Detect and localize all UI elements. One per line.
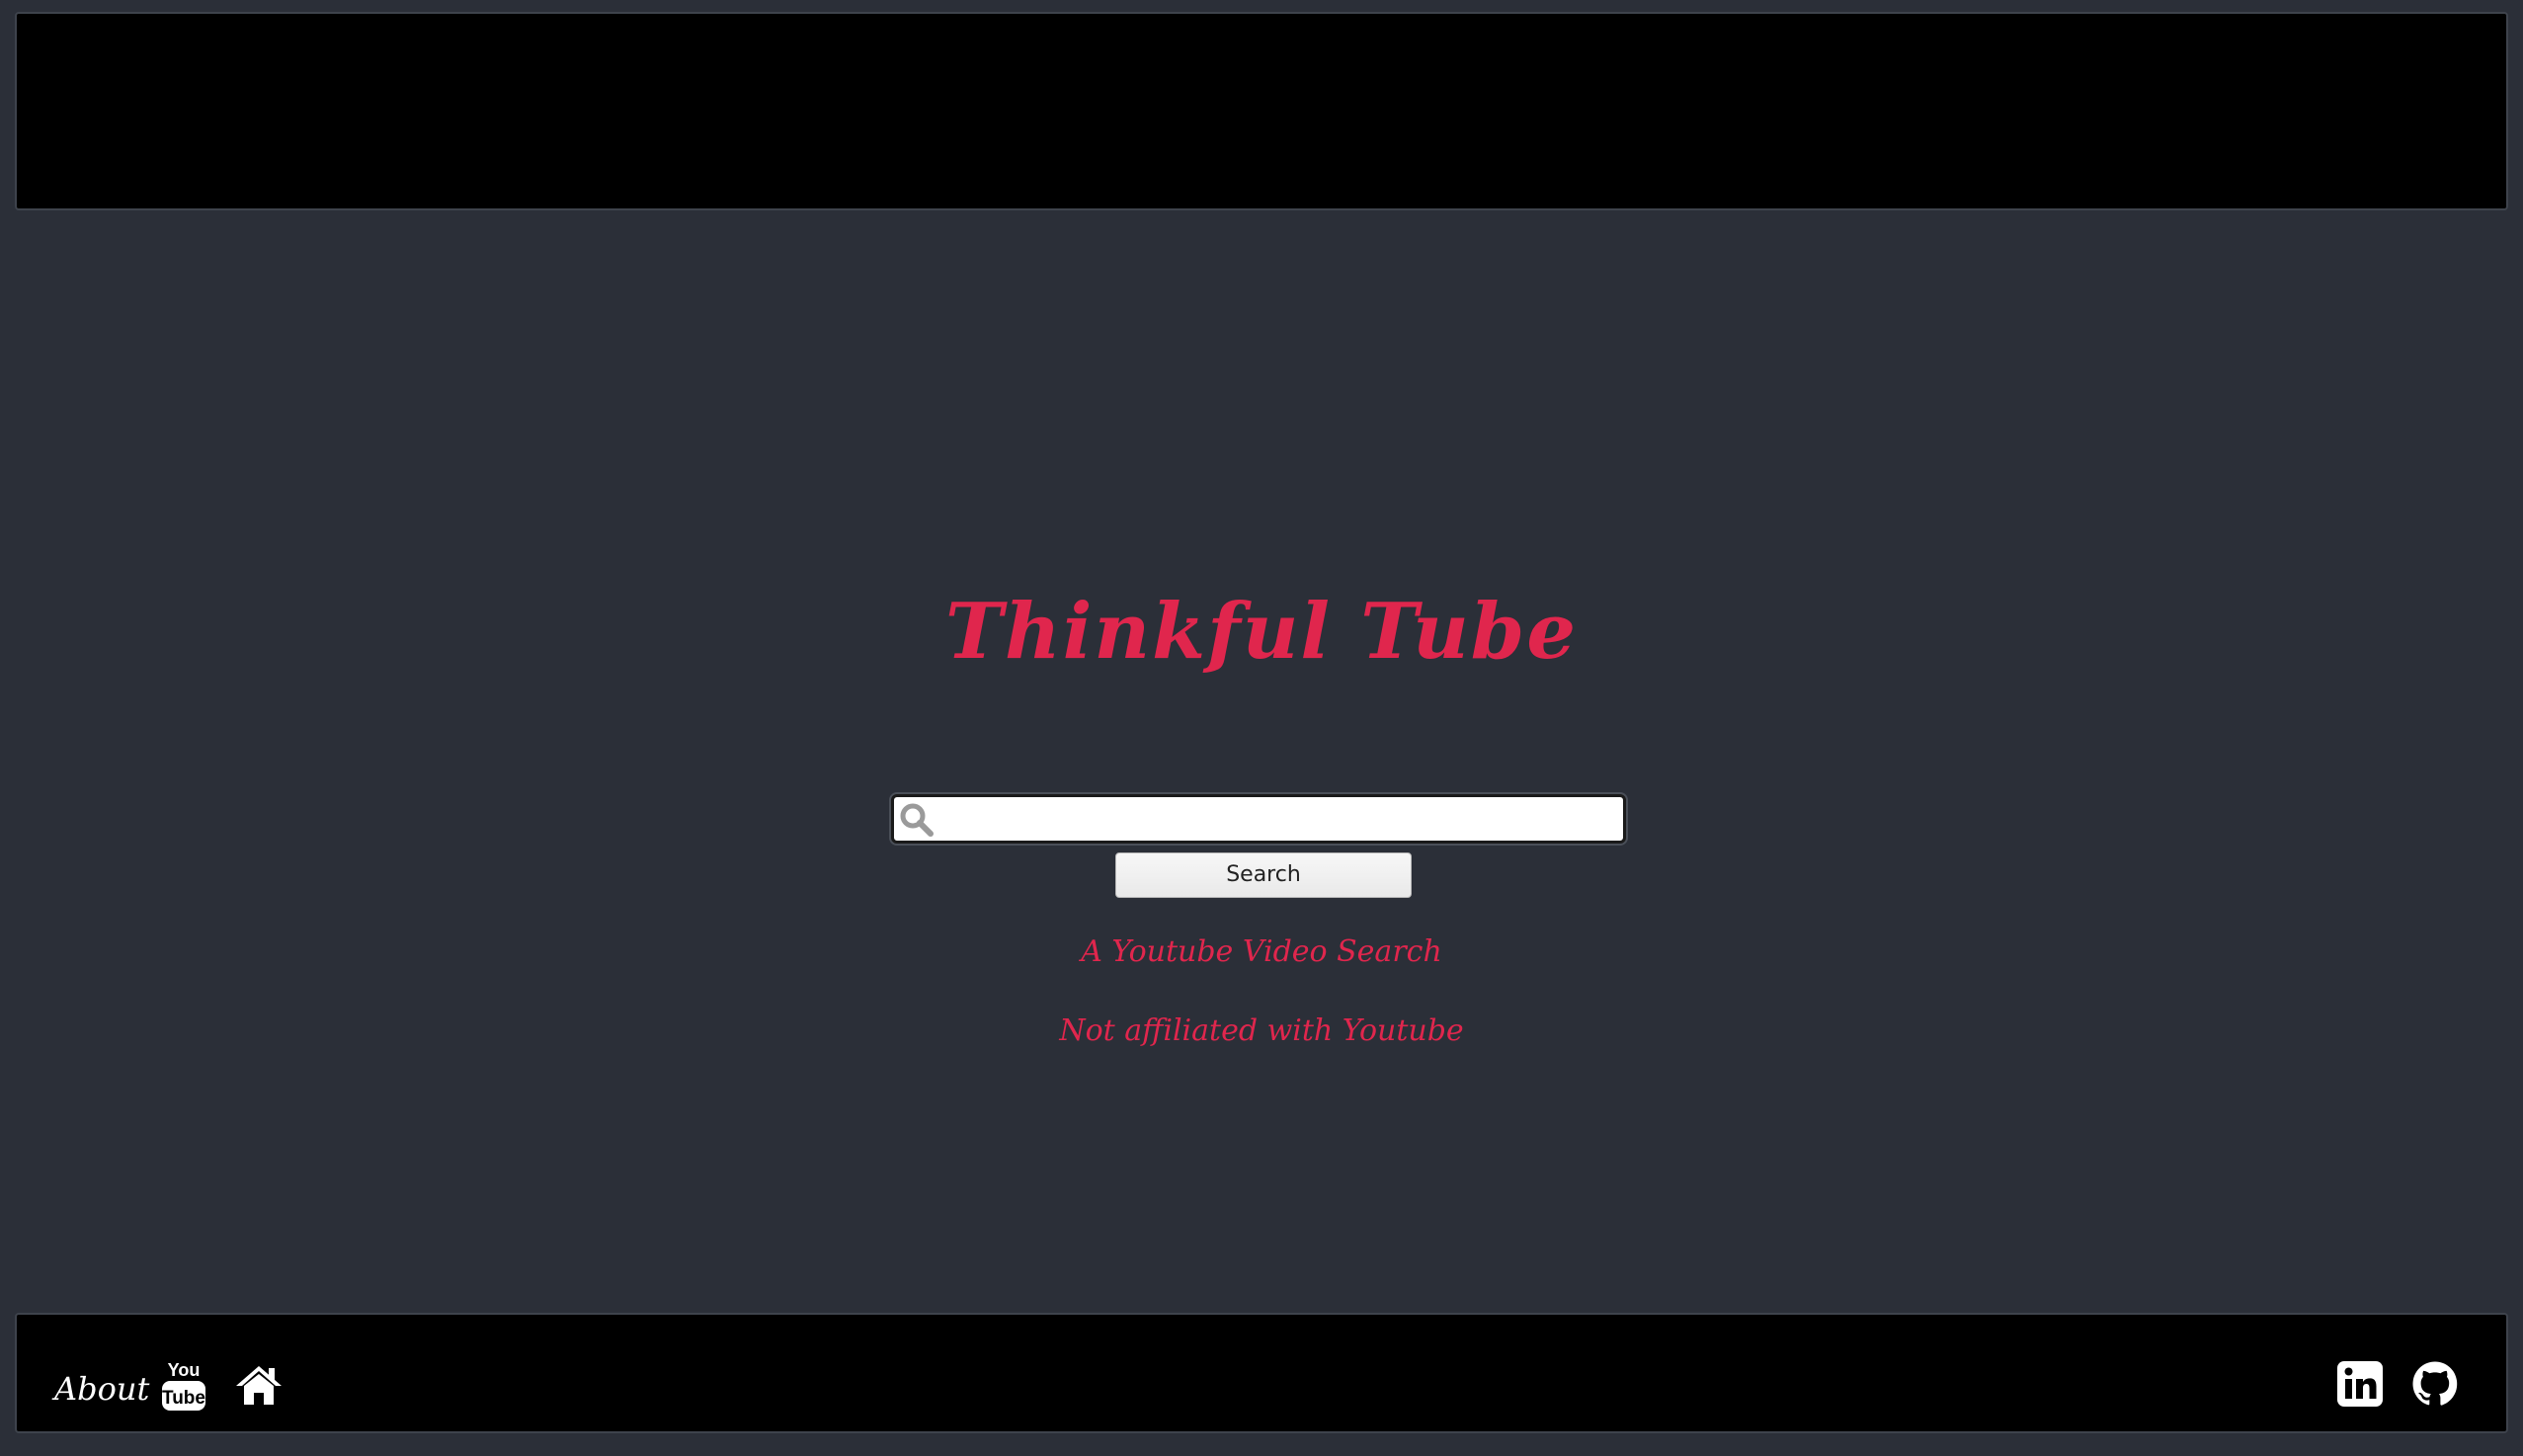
home-icon[interactable] [234, 1364, 284, 1406]
top-banner [15, 12, 2508, 210]
tagline: A Youtube Video Search [1081, 934, 1442, 969]
youtube-icon-text-top: You [168, 1360, 201, 1380]
search-input[interactable] [941, 797, 1619, 841]
search-box[interactable] [891, 794, 1626, 844]
search-button[interactable]: Search [1115, 852, 1412, 898]
linkedin-icon[interactable] [2336, 1360, 2384, 1408]
github-icon[interactable] [2411, 1360, 2459, 1408]
main-content: Thinkful Tube Search A Youtube Video Sea… [0, 210, 2523, 1312]
youtube-icon-text-bottom: Tube [162, 1388, 205, 1409]
youtube-icon[interactable]: You Tube [161, 1356, 206, 1412]
disclaimer: Not affiliated with Youtube [1059, 1013, 1464, 1048]
app-window: Thinkful Tube Search A Youtube Video Sea… [0, 0, 2523, 1456]
footer-bar: About You Tube [15, 1313, 2508, 1433]
page-title: Thinkful Tube [945, 587, 1578, 677]
about-link[interactable]: About [54, 1370, 149, 1408]
search-icon [900, 803, 934, 837]
